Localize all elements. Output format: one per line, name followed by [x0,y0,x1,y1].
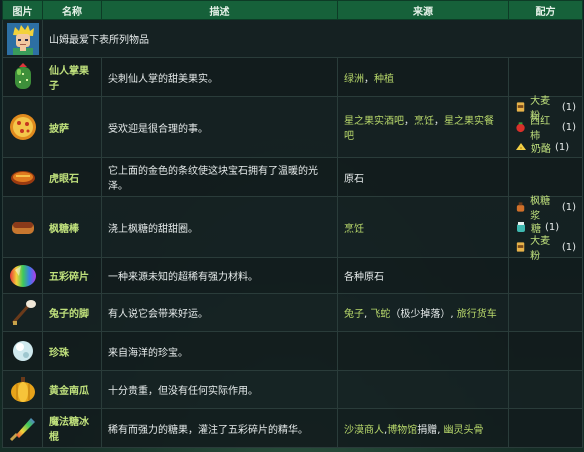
item-desc: 稀有而强力的糖果，灌注了五彩碎片的精华。 [101,408,338,448]
header-source: 来源 [337,0,509,20]
wheat-flour-icon [516,102,525,112]
source-link[interactable]: 沙漠商人 [344,425,384,436]
item-name[interactable]: 魔法糖冰棍 [42,408,102,448]
item-desc: 受欢迎是很合理的事。 [101,96,338,158]
header-recipe: 配方 [508,0,583,20]
maple-bar-icon [11,222,34,234]
sugar-icon [517,222,525,232]
item-source [337,370,509,409]
recipe-ingredient: 奶酪 (1) [515,137,576,157]
portrait-cell [2,19,43,58]
recipe-ingredient: 西红柿 (1) [515,116,576,142]
item-name[interactable]: 仙人掌果子 [42,57,102,97]
pizza-icon [9,114,36,140]
item-source: 沙漠商人,博物馆捐赠, 幽灵头骨 [337,408,509,448]
source-link[interactable]: 种植 [374,74,394,85]
item-name[interactable]: 虎眼石 [42,157,102,197]
item-recipe [508,293,583,332]
item-recipe [508,370,583,409]
table-row: 仙人掌果子 尖刺仙人掌的甜美果实。 绿洲，种植 [2,57,583,97]
recipe-ingredient: 枫糖浆 (1) [515,196,576,222]
item-recipe: 大麦粉 (1) 西红柿 (1) 奶酪 (1) [508,96,583,158]
table-row: 五彩碎片 一种来源未知的超稀有强力材料。 各种原石 [2,257,583,294]
table-header-row: 图片 名称 描述 来源 配方 [2,0,583,20]
source-link[interactable]: 飞蛇 [370,309,390,320]
table-row: 黄金南瓜 十分贵重，但没有任何实际作用。 [2,370,583,409]
item-source: 原石 [337,157,509,197]
cactus-fruit-icon [14,63,31,89]
table-row: 枫糖棒 浇上枫糖的甜甜圈。 烹饪 枫糖浆 (1) 糖 (1) 大麦粉 (1) [2,196,583,262]
maple-syrup-icon [516,202,525,212]
recipe-ingredient: 大麦粉 (1) [515,236,576,262]
item-desc: 一种来源未知的超稀有强力材料。 [101,257,338,294]
item-source: 兔子, 飞蛇（极少掉落）, 旅行货车 [337,293,509,332]
tigers-eye-icon [10,171,35,185]
item-name[interactable]: 兔子的脚 [42,293,102,332]
item-source: 星之果实酒吧，烹饪，星之果实餐吧 [337,96,509,158]
item-source: 各种原石 [337,257,509,294]
gift-table: 图片 名称 描述 来源 配方 山姆最爱下表所列物品 仙人掌果子 尖刺仙人掌的甜美… [2,0,583,448]
item-recipe [508,331,583,371]
item-desc: 浇上枫糖的甜甜圈。 [101,196,338,258]
golden-pumpkin-icon [10,376,35,402]
source-link[interactable]: 博物馆 [387,425,417,436]
source-link[interactable]: 旅行货车 [457,309,497,320]
item-desc: 它上面的金色的条纹使这块宝石拥有了温暖的光泽。 [101,157,338,197]
item-source: 烹饪 [337,196,509,258]
magic-rock-candy-icon [9,418,35,442]
table-row: 披萨 受欢迎是很合理的事。 星之果实酒吧，烹饪，星之果实餐吧 大麦粉 (1) 西红… [2,96,583,158]
item-recipe [508,257,583,294]
item-source [337,331,509,371]
wheat-flour-icon [516,242,525,252]
sam-portrait-icon [6,22,39,55]
header-desc: 描述 [101,0,338,20]
item-recipe: 枫糖浆 (1) 糖 (1) 大麦粉 (1) [508,196,583,262]
rabbits-foot-icon [11,299,36,325]
item-name[interactable]: 珍珠 [42,331,102,371]
item-desc: 来自海洋的珍宝。 [101,331,338,371]
item-desc: 有人说它会带来好运。 [101,293,338,332]
item-recipe [508,157,583,197]
source-link[interactable]: 烹饪 [414,116,434,127]
table-row: 虎眼石 它上面的金色的条纹使这块宝石拥有了温暖的光泽。 原石 [2,157,583,197]
item-name[interactable]: 披萨 [42,96,102,158]
item-name[interactable]: 黄金南瓜 [42,370,102,409]
prismatic-shard-icon [9,264,36,287]
table-row: 魔法糖冰棍 稀有而强力的糖果，灌注了五彩碎片的精华。 沙漠商人,博物馆捐赠, 幽… [2,408,583,448]
pearl-icon [12,341,33,361]
item-source: 绿洲，种植 [337,57,509,97]
page: 图片 名称 描述 来源 配方 山姆最爱下表所列物品 仙人掌果子 尖刺仙人掌的甜美… [0,0,584,452]
source-link[interactable]: 幽灵头骨 [444,425,484,436]
item-recipe [508,57,583,97]
table-row: 珍珠 来自海洋的珍宝。 [2,331,583,371]
tomato-icon [516,122,525,133]
header-image: 图片 [2,0,43,20]
item-desc: 十分贵重，但没有任何实际作用。 [101,370,338,409]
item-name[interactable]: 五彩碎片 [42,257,102,294]
source-link[interactable]: 绿洲 [344,74,364,85]
item-desc: 尖刺仙人掌的甜美果实。 [101,57,338,97]
source-link[interactable]: 烹饪 [344,224,364,235]
item-name[interactable]: 枫糖棒 [42,196,102,258]
source-link[interactable]: 星之果实酒吧 [344,116,404,127]
header-name: 名称 [42,0,102,20]
source-link[interactable]: 兔子 [344,309,364,320]
cheese-icon [516,143,526,150]
item-recipe [508,408,583,448]
intro-row: 山姆最爱下表所列物品 [2,19,583,58]
intro-text: 山姆最爱下表所列物品 [42,19,583,58]
table-row: 兔子的脚 有人说它会带来好运。 兔子, 飞蛇（极少掉落）, 旅行货车 [2,293,583,332]
